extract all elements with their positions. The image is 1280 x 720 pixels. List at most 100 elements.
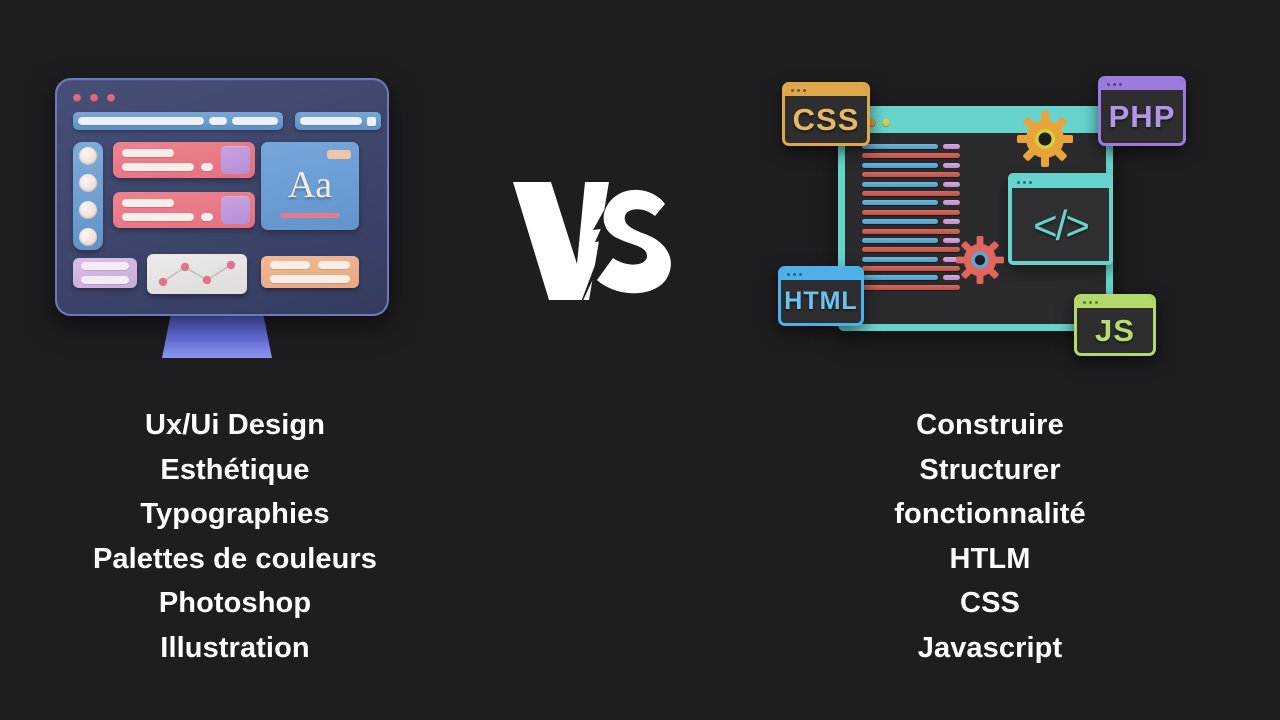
code-bar [862, 144, 938, 149]
badge-titlebar [1101, 79, 1183, 90]
code-bar [862, 284, 960, 290]
list-item: HTLM [949, 542, 1031, 575]
code-bar [862, 266, 960, 272]
list-item: Palettes de couleurs [92, 542, 378, 575]
ux-ui-design-monitor-illustration: Aa [55, 78, 395, 358]
code-snippet-window: </> [1008, 173, 1113, 265]
badge-titlebar [781, 269, 861, 280]
list-item: Esthétique [160, 453, 310, 486]
typography-card-underline [280, 213, 340, 218]
card-line [122, 199, 174, 207]
line-chart-icon [158, 260, 236, 287]
list-item: Photoshop [158, 587, 312, 619]
design-list-card [113, 192, 255, 228]
list-item: Illustration [160, 631, 310, 664]
list-item: Construire [916, 409, 1064, 441]
list-item: Structurer [919, 453, 1061, 486]
badge-html: HTML [778, 266, 864, 326]
badge-php: PHP [1098, 76, 1186, 146]
code-line-blue [862, 200, 980, 206]
design-skill-list: Ux/Ui Design Esthétique Typographies Pal… [20, 403, 450, 670]
badge-label: JS [1095, 312, 1135, 348]
rail-tool-icon [79, 200, 97, 219]
design-summary-card [261, 256, 359, 288]
design-toolbar-primary [73, 112, 283, 130]
list-item: CSS [960, 587, 1020, 619]
monitor-frame: Aa [55, 78, 389, 316]
code-line-red [862, 153, 980, 159]
toolbar-chip [232, 117, 278, 125]
window-dot-maximize-icon [882, 119, 890, 127]
badge-js: JS [1074, 294, 1156, 356]
code-bar [862, 256, 938, 262]
card-line-short [201, 163, 213, 171]
badge-titlebar [785, 85, 867, 96]
design-list-card [113, 142, 255, 178]
list-item: fonctionnalité [894, 498, 1086, 530]
window-dot-close-icon [1017, 181, 1020, 184]
code-bar [862, 200, 938, 206]
rail-tool-icon [79, 227, 97, 246]
code-bar [862, 237, 938, 243]
code-line-red [862, 228, 980, 234]
comparison-slide: Aa </> CSS PHP HTML JS Ux/Ui Design Esth… [0, 0, 1280, 720]
code-bar [862, 209, 960, 215]
code-line-blue [862, 144, 980, 149]
code-line-blue [862, 181, 980, 187]
badge-label: PHP [1108, 98, 1176, 134]
code-bar [862, 153, 960, 159]
window-dot-maximize-icon [107, 94, 115, 102]
code-bar [862, 275, 938, 281]
web-development-code-illustration: </> CSS PHP HTML JS [778, 76, 1186, 366]
typography-card: Aa [261, 142, 359, 230]
code-line-red [862, 284, 980, 290]
card-line [122, 163, 194, 171]
code-tag [943, 144, 960, 149]
window-traffic-lights [73, 94, 115, 102]
code-bar [862, 247, 960, 253]
typography-card-tag [327, 150, 351, 159]
card-line-short [201, 213, 213, 221]
rail-tool-icon [79, 146, 97, 165]
card-thumbnail [221, 146, 250, 174]
rail-tool-icon [79, 173, 97, 192]
code-line-red [862, 190, 980, 196]
toolbar-chip [209, 117, 227, 125]
window-dot-close-icon [73, 94, 81, 102]
design-tool-rail [73, 142, 103, 250]
design-toolbar-row [73, 112, 381, 130]
card-line [81, 262, 129, 270]
card-line [318, 261, 350, 269]
code-line-red [862, 172, 980, 178]
design-list-card-lines [113, 199, 221, 221]
gear-orange-icon [1017, 111, 1073, 167]
code-line-blue [862, 219, 980, 225]
development-skill-list: Construire Structurer fonctionnalité HTL… [775, 403, 1205, 670]
design-note-card [73, 258, 137, 288]
list-item: Ux/Ui Design [144, 409, 326, 441]
card-line [81, 276, 129, 284]
design-chart-card [147, 254, 247, 294]
monitor-screen: Aa [71, 94, 381, 298]
code-tag [943, 200, 960, 206]
code-line-red [862, 209, 980, 215]
code-tag [943, 162, 960, 168]
window-dot-maximize-icon [1029, 181, 1032, 184]
code-bar [862, 181, 938, 187]
badge-label: CSS [792, 101, 860, 137]
code-bar [862, 190, 960, 196]
badge-css: CSS [782, 82, 870, 146]
card-line [122, 213, 194, 221]
badge-titlebar [1077, 297, 1153, 308]
monitor-stand [162, 314, 272, 358]
versus-lightning-logo [505, 160, 675, 320]
design-toolbar-secondary [295, 112, 381, 130]
window-dot-minimize-icon [90, 94, 98, 102]
toolbar-square-chip [367, 116, 376, 126]
toolbar-field [300, 117, 362, 125]
vs-logo-icon [513, 162, 671, 318]
snippet-titlebar [1012, 177, 1109, 188]
code-tag [943, 219, 960, 225]
card-line-row [270, 261, 350, 269]
design-list-card-lines [113, 149, 221, 171]
